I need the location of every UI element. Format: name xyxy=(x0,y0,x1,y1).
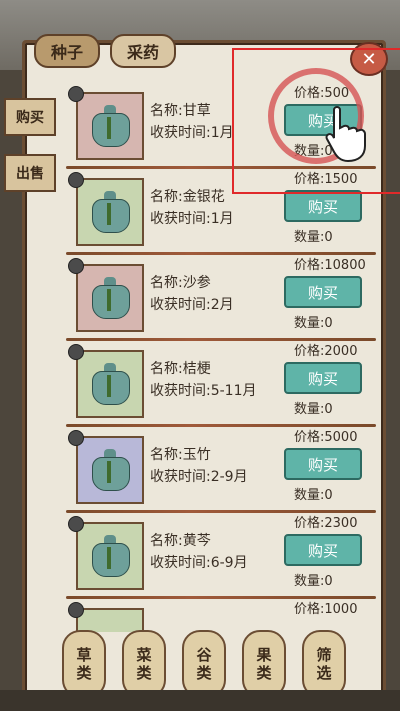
buy-button[interactable]: 购买 xyxy=(284,448,362,480)
category-label-2: 类 xyxy=(196,664,212,682)
item-thumbnail xyxy=(76,178,144,246)
item-quantity: 数量:0 xyxy=(294,316,333,331)
pin-icon xyxy=(68,516,84,532)
buy-button[interactable]: 购买 xyxy=(284,276,362,308)
pin-icon xyxy=(68,602,84,618)
category-label-2: 选 xyxy=(316,664,332,682)
tab-herbs[interactable]: 采药 xyxy=(110,34,176,68)
seed-bag-icon xyxy=(90,105,130,147)
item-harvest-time: 收获时间:2-9月 xyxy=(150,469,248,485)
item-quantity: 数量:0 xyxy=(294,402,333,417)
item-thumbnail xyxy=(76,350,144,418)
pin-icon xyxy=(68,344,84,360)
item-price: 价格:1000 xyxy=(294,602,358,617)
item-name: 名称:金银花 xyxy=(150,189,225,205)
buy-button[interactable]: 购买 xyxy=(284,190,362,222)
item-price: 价格:5000 xyxy=(294,430,358,445)
item-quantity: 数量:0 xyxy=(294,230,333,245)
category-label-1: 菜 xyxy=(136,646,152,664)
list-item: 名称:玉竹 收获时间:2-9月 价格:5000 购买 数量:0 xyxy=(36,424,380,510)
category-label-2: 类 xyxy=(76,664,92,682)
item-price: 价格:10800 xyxy=(294,258,366,273)
category-label-1: 谷 xyxy=(196,646,212,664)
item-harvest-time: 收获时间:6-9月 xyxy=(150,555,248,571)
pin-icon xyxy=(68,258,84,274)
category-label-2: 类 xyxy=(136,664,152,682)
buy-button[interactable]: 购买 xyxy=(284,362,362,394)
item-thumbnail xyxy=(76,436,144,504)
category-grains[interactable]: 谷类 xyxy=(182,630,226,698)
filter-button[interactable]: 筛选 xyxy=(302,630,346,698)
item-thumbnail xyxy=(76,522,144,590)
item-price: 价格:2300 xyxy=(294,516,358,531)
list-item: 名称:黄芩 收获时间:6-9月 价格:2300 购买 数量:0 xyxy=(36,510,380,596)
category-herbs[interactable]: 草类 xyxy=(62,630,106,698)
item-price: 价格:2000 xyxy=(294,344,358,359)
list-item: 价格:1000 xyxy=(36,596,380,632)
seed-bag-icon xyxy=(90,449,130,491)
seed-bag-icon xyxy=(90,277,130,319)
item-quantity: 数量:0 xyxy=(294,488,333,503)
item-name: 名称:桔梗 xyxy=(150,361,211,377)
item-harvest-time: 收获时间:2月 xyxy=(150,297,234,313)
item-quantity: 数量:0 xyxy=(294,574,333,589)
category-label-1: 筛 xyxy=(316,646,332,664)
seed-bag-icon xyxy=(90,363,130,405)
seed-bag-icon xyxy=(90,191,130,233)
pin-icon xyxy=(68,430,84,446)
tab-seeds[interactable]: 种子 xyxy=(34,34,100,68)
item-harvest-time: 收获时间:5-11月 xyxy=(150,383,257,399)
item-name: 名称:沙参 xyxy=(150,275,211,291)
item-thumbnail xyxy=(76,608,144,632)
buy-button[interactable]: 购买 xyxy=(284,534,362,566)
item-name: 名称:黄芩 xyxy=(150,533,211,549)
item-harvest-time: 收获时间:1月 xyxy=(150,125,234,141)
category-label-2: 类 xyxy=(256,664,272,682)
item-name: 名称:甘草 xyxy=(150,103,211,119)
pin-icon xyxy=(68,172,84,188)
category-fruits[interactable]: 果类 xyxy=(242,630,286,698)
item-harvest-time: 收获时间:1月 xyxy=(150,211,234,227)
category-label-1: 草 xyxy=(76,646,92,664)
bottom-nav-bar xyxy=(0,690,400,711)
item-thumbnail xyxy=(76,92,144,160)
pointing-hand-icon xyxy=(325,106,366,162)
item-thumbnail xyxy=(76,264,144,332)
list-item: 名称:桔梗 收获时间:5-11月 价格:2000 购买 数量:0 xyxy=(36,338,380,424)
list-item: 名称:沙参 收获时间:2月 价格:10800 购买 数量:0 xyxy=(36,252,380,338)
category-label-1: 果 xyxy=(256,646,272,664)
category-vegetables[interactable]: 菜类 xyxy=(122,630,166,698)
item-name: 名称:玉竹 xyxy=(150,447,211,463)
pin-icon xyxy=(68,86,84,102)
seed-bag-icon xyxy=(90,535,130,577)
